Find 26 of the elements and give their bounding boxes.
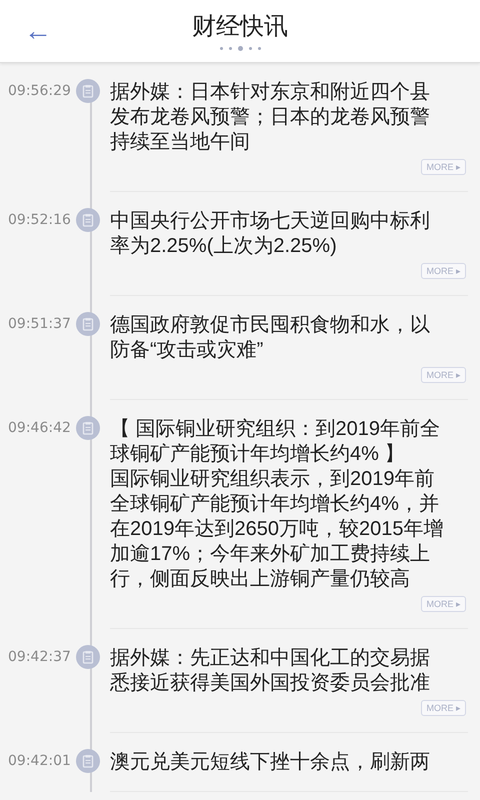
news-text: 据外媒：先正达和中国化工的交易据悉接近获得美国外国投资委员会批准 — [110, 646, 431, 696]
clipboard-icon — [76, 79, 100, 103]
more-button[interactable]: MORE ▸ — [421, 263, 466, 279]
news-text: 德国政府敦促市民囤积食物和水，以防备“攻击或灾难” — [110, 313, 431, 363]
news-time: 09:46:42 — [7, 419, 72, 438]
clipboard-icon — [76, 312, 100, 336]
news-time: 09:42:37 — [7, 648, 72, 667]
more-button[interactable]: MORE ▸ — [421, 159, 466, 175]
news-text: 据外媒：日本针对东京和附近四个县发布龙卷风预警；日本的龙卷风预警持续至当地午间 — [110, 80, 431, 155]
news-text: 中国央行公开市场七天逆回购中标利率为2.25%(上次为2.25%) — [110, 209, 431, 259]
clipboard-icon — [76, 645, 100, 669]
more-button[interactable]: MORE ▸ — [421, 596, 466, 612]
news-time: 09:42:01 — [7, 752, 72, 771]
more-button[interactable]: MORE ▸ — [421, 700, 466, 716]
news-time: 09:51:37 — [7, 315, 72, 334]
news-text: 国际铜业研究组织表示，到2019年前全球铜矿产能预计年均增长约4%，并在2019年达到2650万吨，较2015年增加逾17%；今年来外矿加工费持续上行，侧面反映出上游铜产量仍较高 — [110, 467, 444, 592]
clipboard-icon — [76, 208, 100, 232]
more-button[interactable]: MORE ▸ — [421, 367, 466, 383]
news-text: 澳元兑美元短线下挫十余点，刷新两 — [110, 750, 431, 775]
clipboard-icon — [76, 416, 100, 440]
news-time: 09:52:16 — [7, 211, 72, 230]
news-headline: 【 国际铜业研究组织：到2019年前全球铜矿产能预计年均增长约4% 】 — [110, 417, 442, 467]
page-title: 财经快讯 — [192, 12, 288, 40]
clipboard-icon — [76, 749, 100, 773]
news-time: 09:56:29 — [7, 82, 72, 101]
back-button[interactable]: ← — [18, 14, 58, 48]
